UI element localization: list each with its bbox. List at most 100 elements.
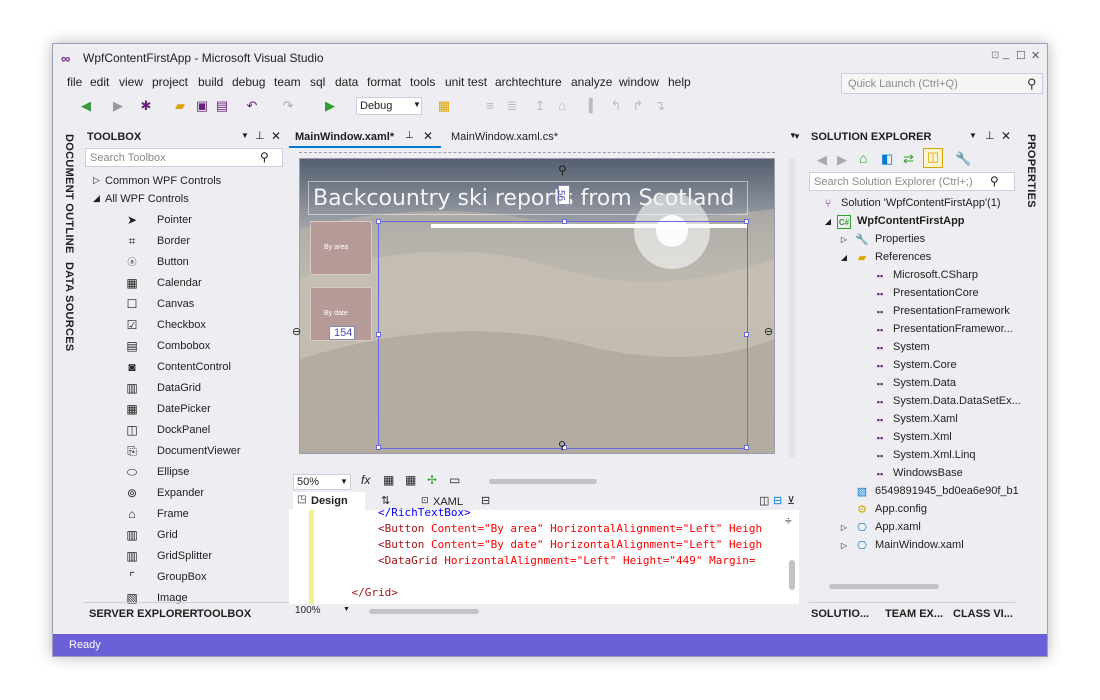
device-icon[interactable]: ⌂ xyxy=(553,96,571,116)
heading-textbox[interactable]: Backcountry ski reports from Scotland xyxy=(308,181,748,215)
menu-data[interactable]: data xyxy=(335,75,358,89)
team-explorer-tab[interactable]: TEAM EX... xyxy=(885,608,943,620)
search-icon[interactable]: ⚲ xyxy=(1027,76,1037,92)
grid-toggle-icon[interactable]: ▦ xyxy=(383,473,394,487)
undo-icon[interactable]: ↶ xyxy=(243,96,261,116)
minimize-icon[interactable]: _ xyxy=(1003,48,1009,60)
clear-bookmark-icon[interactable]: ↴ xyxy=(651,96,669,116)
tool-ellipse[interactable]: ⬭ Ellipse xyxy=(83,463,283,483)
splitter-icon[interactable]: ÷ xyxy=(785,514,792,528)
show-all-files-icon[interactable]: ◫ xyxy=(923,148,943,168)
resize-handle[interactable] xyxy=(744,332,749,337)
redo-icon[interactable]: ↷ xyxy=(279,96,297,116)
group-common-wpf[interactable]: ▷ Common WPF Controls xyxy=(83,172,283,192)
pin-icon[interactable]: ⊥ xyxy=(985,129,995,142)
class-view-tab[interactable]: CLASS VI... xyxy=(953,608,1013,620)
properties-icon[interactable]: 🔧 xyxy=(955,151,971,167)
tool-image[interactable]: ▧ Image xyxy=(83,589,283,609)
tool-frame[interactable]: ⌂ Frame xyxy=(83,505,283,525)
menu-help[interactable]: help xyxy=(668,75,691,89)
pin-icon[interactable]: ⊥ xyxy=(405,130,414,141)
solution-explorer-tab[interactable]: SOLUTIO... xyxy=(811,608,869,620)
snap-lines-icon[interactable]: ✢ xyxy=(427,473,437,487)
vertical-split-icon[interactable]: ◫ xyxy=(759,494,769,507)
datagrid-selection[interactable] xyxy=(376,219,749,450)
uncomment-icon[interactable]: ≣ xyxy=(503,96,521,116)
restore-icon[interactable]: ⊡ xyxy=(991,50,999,61)
pin-icon[interactable]: ⊥ xyxy=(255,129,265,142)
resize-handle[interactable] xyxy=(376,332,381,337)
forward-icon[interactable]: ▶ xyxy=(109,96,127,116)
tool-groupbox[interactable]: ⌜ GroupBox xyxy=(83,568,283,588)
menu-build[interactable]: build xyxy=(198,75,223,89)
server-explorer-tab[interactable]: SERVER EXPLORER xyxy=(89,608,198,620)
close-panel-icon[interactable]: ✕ xyxy=(1001,129,1011,143)
pending-changes-icon[interactable]: ◧ xyxy=(881,151,893,167)
quick-launch-box[interactable]: Quick Launch (Ctrl+Q) ⚲ xyxy=(841,73,1043,94)
back-icon[interactable]: ◀ xyxy=(77,96,95,116)
annotation-icon[interactable]: ▭ xyxy=(449,473,460,487)
tool-datagrid[interactable]: ▥ DataGrid xyxy=(83,379,283,399)
designer-vscroll[interactable] xyxy=(789,158,795,458)
solution-hscroll[interactable] xyxy=(829,584,939,589)
close-icon[interactable]: ✕ xyxy=(1031,49,1040,62)
designer-hscroll[interactable] xyxy=(489,479,597,484)
close-panel-icon[interactable]: ✕ xyxy=(271,129,281,143)
tool-checkbox[interactable]: ☑ Checkbox xyxy=(83,316,283,336)
toolbox-tab[interactable]: TOOLBOX xyxy=(197,608,251,620)
start-icon[interactable]: ▶ xyxy=(321,96,339,116)
properties-tab[interactable]: PROPERTIES xyxy=(1025,134,1037,208)
back-icon[interactable]: ◀ xyxy=(817,152,827,168)
tool-border[interactable]: ⌗ Border xyxy=(83,232,283,252)
menu-sql[interactable]: sql xyxy=(310,75,325,89)
tool-button[interactable]: ⓐ Button xyxy=(83,253,283,273)
open-folder-icon[interactable]: ▰ xyxy=(171,96,189,116)
xaml-editor[interactable]: </RichTextBox> <Button Content="By area"… xyxy=(289,506,799,604)
anchor-left-icon[interactable]: ⊖ xyxy=(292,325,301,338)
sync-icon[interactable]: ⇄ xyxy=(903,151,914,167)
tool-contentcontrol[interactable]: ◙ ContentControl xyxy=(83,358,283,378)
resize-handle[interactable] xyxy=(376,445,381,450)
resize-handle[interactable] xyxy=(376,219,381,224)
tool-grid[interactable]: ▥ Grid xyxy=(83,526,283,546)
find-in-files-icon[interactable]: ▦ xyxy=(435,96,453,116)
data-sources-tab[interactable]: DATA SOURCES xyxy=(63,262,75,352)
menu-project[interactable]: project xyxy=(152,75,188,89)
new-project-icon[interactable]: ✱ xyxy=(137,96,155,116)
close-tab-icon[interactable]: ✕ xyxy=(423,129,433,143)
tab-mainwindow-xaml[interactable]: MainWindow.xaml* ⊥ ✕ xyxy=(289,126,441,148)
code-zoom[interactable]: 100% xyxy=(295,605,321,616)
by-date-button[interactable]: By date 154 xyxy=(310,287,372,341)
anchor-right-icon[interactable]: ⊖ xyxy=(764,325,773,338)
document-outline-tab[interactable]: DOCUMENT OUTLINE xyxy=(63,134,75,254)
save-all-icon[interactable]: ▤ xyxy=(213,96,231,116)
expand-pane-icon[interactable]: ⊻ xyxy=(787,494,795,507)
collapse-pane-icon[interactable]: ⊟ xyxy=(481,494,490,507)
menu-tools[interactable]: tools xyxy=(410,75,435,89)
snap-grid-icon[interactable]: ▦ xyxy=(405,473,416,487)
tab-mainwindow-cs[interactable]: MainWindow.xaml.cs* xyxy=(447,126,597,148)
panel-menu-icon[interactable]: ▼ xyxy=(241,131,249,140)
xaml-vscroll[interactable] xyxy=(789,560,795,590)
home-icon[interactable]: ⌂ xyxy=(859,150,867,166)
maximize-icon[interactable]: ☐ xyxy=(1016,49,1026,62)
tool-expander[interactable]: ⊚ Expander xyxy=(83,484,283,504)
fx-icon[interactable]: fx xyxy=(361,473,370,487)
menu-analyze[interactable]: analyze xyxy=(571,75,612,89)
by-area-button[interactable]: By area xyxy=(310,221,372,275)
solution-config-dropdown[interactable]: Debug ▼ xyxy=(356,97,422,115)
horizontal-split-icon[interactable]: ⊟ xyxy=(773,494,782,507)
tool-combobox[interactable]: ▤ Combobox xyxy=(83,337,283,357)
menu-file[interactable]: file xyxy=(67,75,82,89)
tool-canvas[interactable]: ☐ Canvas xyxy=(83,295,283,315)
resize-handle[interactable] xyxy=(744,445,749,450)
prev-bookmark-icon[interactable]: ↰ xyxy=(607,96,625,116)
menu-debug[interactable]: debug xyxy=(232,75,265,89)
code-hscroll[interactable] xyxy=(369,609,479,614)
menu-edit[interactable]: edit xyxy=(90,75,109,89)
bookmark-icon[interactable]: ▍ xyxy=(585,96,603,116)
tool-datepicker[interactable]: ▦ DatePicker xyxy=(83,400,283,420)
tool-documentviewer[interactable]: ⎘ DocumentViewer xyxy=(83,442,283,462)
anchor-top-icon[interactable]: ⚲ xyxy=(558,163,567,177)
menu-format[interactable]: format xyxy=(367,75,401,89)
